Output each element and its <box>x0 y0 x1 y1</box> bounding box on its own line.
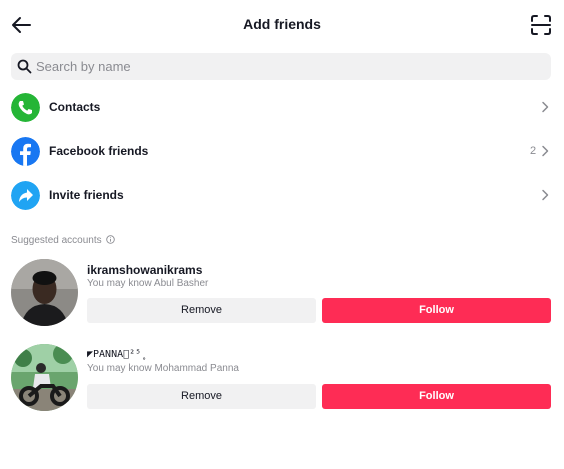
scan-icon[interactable] <box>531 15 551 35</box>
remove-button[interactable]: Remove <box>87 298 316 323</box>
facebook-icon <box>11 137 40 166</box>
menu-item-label: Invite friends <box>49 188 124 202</box>
menu-item-label: Facebook friends <box>49 144 149 158</box>
menu-item-contacts[interactable]: Contacts <box>0 86 564 130</box>
remove-button[interactable]: Remove <box>87 384 316 409</box>
share-arrow-icon <box>11 181 40 210</box>
search-bar[interactable] <box>11 53 551 80</box>
follow-button[interactable]: Follow <box>322 384 551 409</box>
avatar-photo <box>11 344 78 411</box>
chevron-right-icon <box>542 145 549 157</box>
follow-button[interactable]: Follow <box>322 298 551 323</box>
search-input[interactable] <box>36 53 541 80</box>
suggested-accounts-heading: Suggested accounts <box>11 235 115 246</box>
account-subtext: You may know Abul Basher <box>87 278 209 289</box>
account-username[interactable]: ikramshowanikrams <box>87 263 202 277</box>
avatar[interactable] <box>11 344 78 411</box>
friend-count-badge: 2 <box>530 145 537 157</box>
info-icon[interactable] <box>105 235 115 244</box>
account-username[interactable]: ◤PANNA⃒²⁵̥ <box>87 349 141 360</box>
phone-icon <box>11 93 40 122</box>
page-title: Add friends <box>243 16 321 32</box>
avatar[interactable] <box>11 259 78 326</box>
header-bar: Add friends <box>0 0 564 50</box>
avatar-photo <box>11 259 78 326</box>
menu-item-facebook-friends[interactable]: Facebook friends 2 <box>0 130 564 174</box>
menu-item-label: Contacts <box>49 100 101 114</box>
menu-item-invite-friends[interactable]: Invite friends <box>0 174 564 218</box>
search-icon <box>17 59 32 74</box>
account-subtext: You may know Mohammad Panna <box>87 363 239 374</box>
chevron-right-icon <box>542 101 549 113</box>
chevron-right-icon <box>542 189 549 201</box>
suggested-accounts-label: Suggested accounts <box>11 235 102 246</box>
